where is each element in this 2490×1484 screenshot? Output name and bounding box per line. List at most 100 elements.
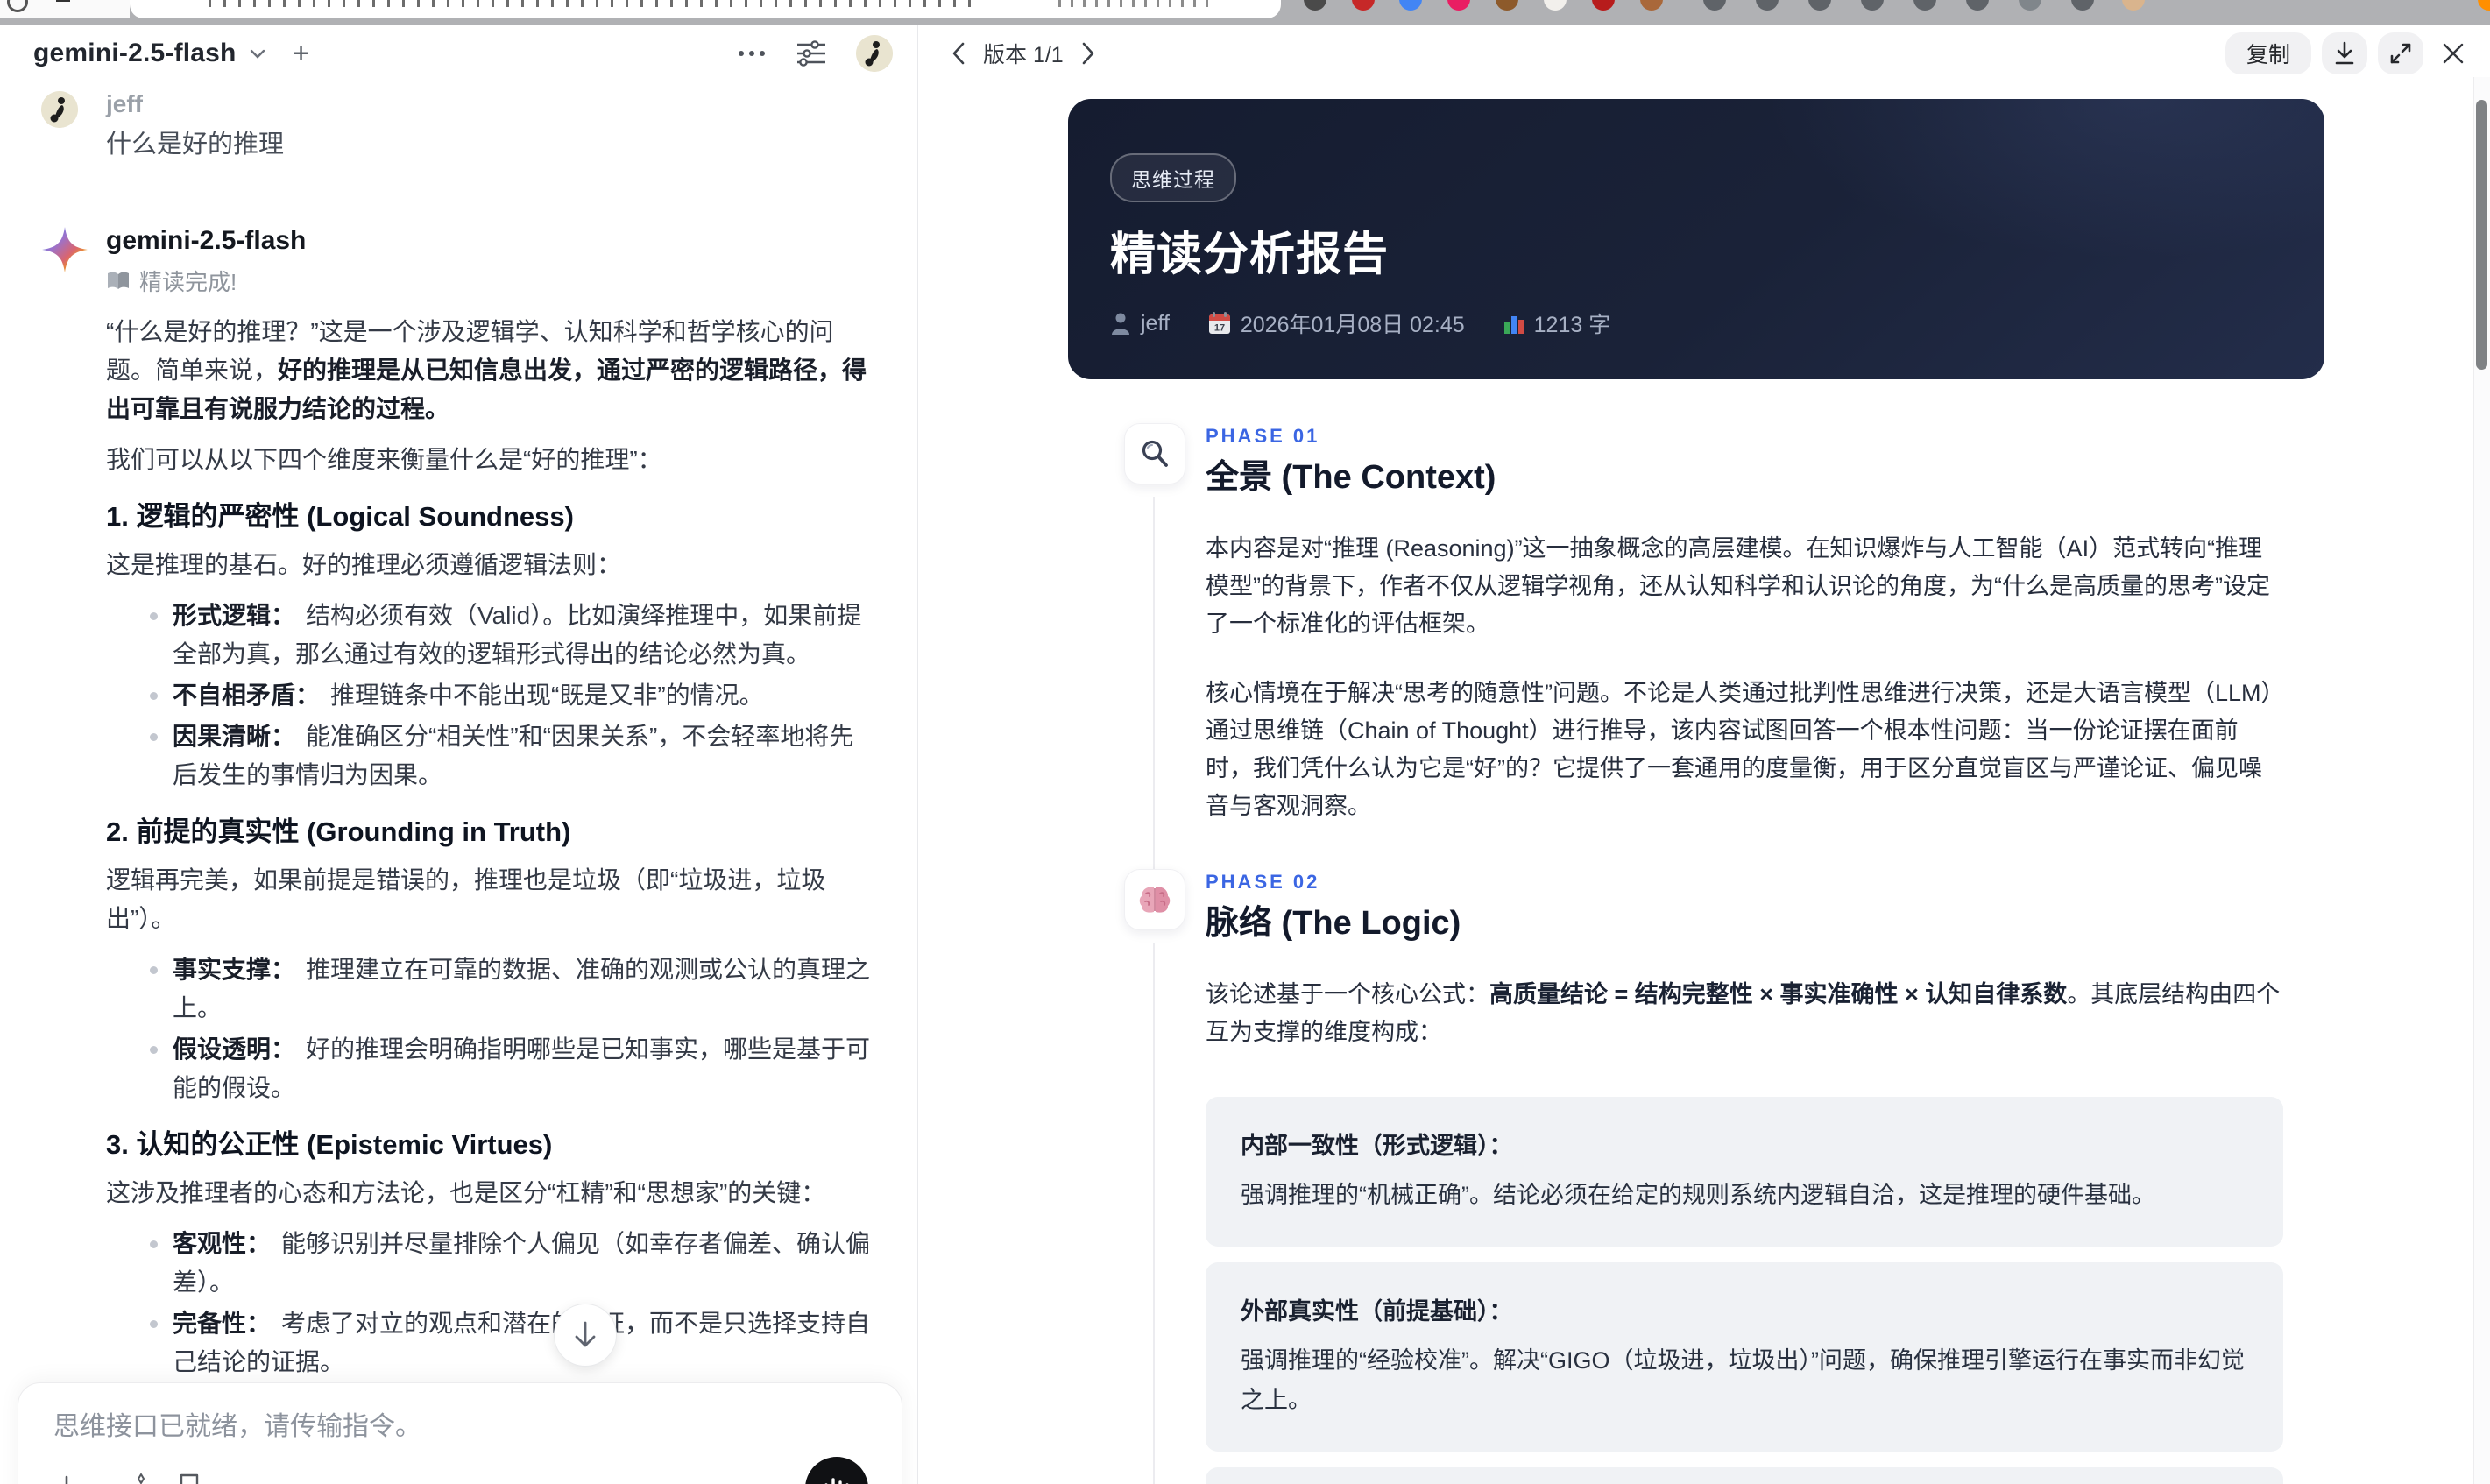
scroll-to-bottom-button[interactable] [554,1304,617,1367]
report-badge: 思维过程 [1110,153,1236,202]
dimensions-lead: 我们可以从以下四个维度来衡量什么是“好的推理”： [106,446,662,473]
extension-icon[interactable] [1399,0,1422,11]
menu-icon[interactable] [56,0,70,2]
preview-panel: 版本 1/1 复制 思维过程 精读分析报告 jeff 17 2026年01月08… [918,25,2490,1484]
extension-icon[interactable] [1966,0,1989,11]
assistant-status: 精读完成! [106,265,877,297]
phase-section-2: PHASE 02 脉络 (The Logic) 该论述基于一个核心公式：高质量结… [1068,869,2324,1484]
list-item: 因果清晰： 能准确区分“相关性”和“因果关系”，不会轻率地将先后发生的事情归为因果… [150,717,877,795]
section-lead: 这是推理的基石。好的推理必须遵循逻辑法则： [106,551,622,578]
gemini-logo-icon [42,227,88,272]
assistant-message: gemini-2.5-flash 精读完成! “什么是好的推理？”这是一个涉及逻… [41,226,877,1484]
preview-actions: 复制 [2225,32,2472,74]
phase-formula-paragraph: 该论述基于一个核心公式：高质量结论 = 结构完整性 × 事实准确性 × 认知自律… [1206,981,2281,1045]
svg-text:17: 17 [1214,323,1225,334]
bar-chart-icon [1503,316,1524,334]
waveform-icon [824,1478,849,1484]
extension-icon[interactable] [1703,0,1726,11]
download-button[interactable] [2322,32,2367,74]
section-list: 形式逻辑： 结构必须有效（Valid）。比如演绎推理中，如果前提全部为真，那么通过… [106,597,877,795]
section-lead: 这涉及推理者的心态和方法论，也是区分“杠精”和“思想家”的关键： [106,1179,826,1206]
extension-icon[interactable] [2478,0,2490,11]
screen: gemini-2.5-flash + jeff 什么是好的推理 gemini-2… [0,0,2490,1484]
section-heading: 2. 前提的真实性 (Grounding in Truth) [106,816,571,847]
arrow-down-icon [575,1321,596,1347]
copy-button[interactable]: 复制 [2225,32,2311,74]
chat-panel: gemini-2.5-flash + jeff 什么是好的推理 gemini-2… [0,25,917,1484]
card-title: 外部真实性（前提基础）： [1241,1298,1513,1325]
chevron-down-icon [249,47,266,60]
section-heading: 1. 逻辑的严密性 (Logical Soundness) [106,501,574,532]
phase-paragraph: 本内容是对“推理 (Reasoning)”这一抽象概念的高层建模。在知识爆炸与人… [1206,535,2270,637]
user-avatar[interactable] [856,35,893,72]
extension-icon[interactable] [1756,0,1779,11]
extension-icon[interactable] [2019,0,2041,11]
list-item: 不自相矛盾： 推理链条中不能出现“既是又非”的情况。 [150,676,877,715]
conversation-model-selector[interactable]: gemini-2.5-flash [33,39,237,68]
browser-address-bar[interactable] [130,0,1281,18]
report: 思维过程 精读分析报告 jeff 17 2026年01月08日 02:45 12… [1068,99,2324,1484]
card-title: 内部一致性（形式逻辑）： [1241,1133,1513,1159]
list-item: 假设透明： 好的推理会明确指明哪些是已知事实，哪些是基于可能的假设。 [150,1030,877,1107]
calendar-icon: 17 [1208,312,1230,334]
dimension-card: 外部真实性（前提基础）： 强调推理的“经验校准”。解决“GIGO（垃圾进，垃圾出… [1206,1262,2283,1452]
apps-grid-icon[interactable] [32,0,46,5]
dimension-card: 内部一致性（形式逻辑）： 强调推理的“机械正确”。结论必须在给定的规则系统内逻辑… [1206,1097,2283,1247]
chat-header-actions [737,35,893,72]
extension-icon[interactable] [1592,0,1615,11]
extension-icon[interactable] [1447,0,1470,11]
dimension-card: 主体伦理（认识美德）： 转向推理者的心理特征。引入奥卡姆剃刀和反向论证，旨在克服… [1206,1467,2283,1484]
report-title: 精读分析报告 [1110,230,1390,280]
list-item: 事实支撑： 推理建立在可靠的数据、准确的观测或公认的真理之上。 [150,950,877,1028]
new-chat-button[interactable]: + [293,39,310,68]
bookmark-icon[interactable] [179,1473,200,1484]
next-version-button[interactable] [1078,39,1099,68]
sparkle-tools-button[interactable] [126,1473,156,1484]
phase-kicker: PHASE 02 [1206,871,1320,893]
model-settings-icon[interactable] [796,40,826,67]
extension-icon[interactable] [1640,0,1663,11]
extension-icon[interactable] [1352,0,1375,11]
extension-icon[interactable] [2071,0,2094,11]
list-item: 客观性： 能够识别并尽量排除个人偏见（如幸存者偏差、确认偏差）。 [150,1225,877,1302]
preview-header: 版本 1/1 复制 [918,25,2490,82]
prev-version-button[interactable] [948,39,969,68]
composer-tools [53,1473,200,1484]
close-icon [2443,43,2464,64]
fullscreen-button[interactable] [2378,32,2423,74]
user-avatar [41,91,78,128]
reload-icon[interactable] [7,0,28,12]
extension-icon[interactable] [1861,0,1884,11]
card-body: 强调推理的“经验校准”。解决“GIGO（垃圾进，垃圾出）”问题，确保推理引擎运行… [1241,1347,2245,1413]
message-author: jeff [106,90,143,117]
scrollbar-thumb[interactable] [2476,100,2487,370]
url-icons-partial [1058,0,1216,7]
meta-datetime: 17 2026年01月08日 02:45 [1208,307,1465,339]
phase-title: 脉络 (The Logic) [1206,905,1461,942]
card-body: 强调推理的“机械正确”。结论必须在给定的规则系统内逻辑自洽，这是推理的硬件基础。 [1241,1182,2155,1208]
more-options-button[interactable] [737,49,767,58]
extension-icon[interactable] [1544,0,1567,11]
close-preview-button[interactable] [2434,34,2472,73]
extension-icon[interactable] [1496,0,1518,11]
browser-chrome [0,0,2490,25]
url-text-partial [209,0,980,7]
chat-input[interactable]: 思维接口已就绪，请传输指令。 [53,1410,867,1445]
extension-icon[interactable] [1304,0,1326,11]
phase-section-1: PHASE 01 全景 (The Context) 本内容是对“推理 (Reas… [1068,423,2324,890]
app-window: gemini-2.5-flash + jeff 什么是好的推理 gemini-2… [0,25,2490,1484]
report-scroll-area: 思维过程 精读分析报告 jeff 17 2026年01月08日 02:45 12… [918,82,2474,1484]
report-hero-card: 思维过程 精读分析报告 jeff 17 2026年01月08日 02:45 12… [1068,99,2324,379]
version-nav: 版本 1/1 [948,38,1099,69]
extension-icon[interactable] [1913,0,1936,11]
section-heading: 3. 认知的公正性 (Epistemic Virtues) [106,1129,553,1160]
vertical-scrollbar[interactable] [2473,77,2490,1484]
download-icon [2335,41,2354,65]
extension-icon[interactable] [1808,0,1831,11]
voice-input-button[interactable] [805,1457,868,1484]
section-list: 事实支撑： 推理建立在可靠的数据、准确的观测或公认的真理之上。 假设透明： 好的推理… [106,950,877,1107]
composer: 思维接口已就绪，请传输指令。 [18,1382,902,1484]
attach-plus-button[interactable] [53,1474,80,1484]
open-book-icon [108,272,129,289]
profile-avatar-icon[interactable] [2122,0,2145,11]
